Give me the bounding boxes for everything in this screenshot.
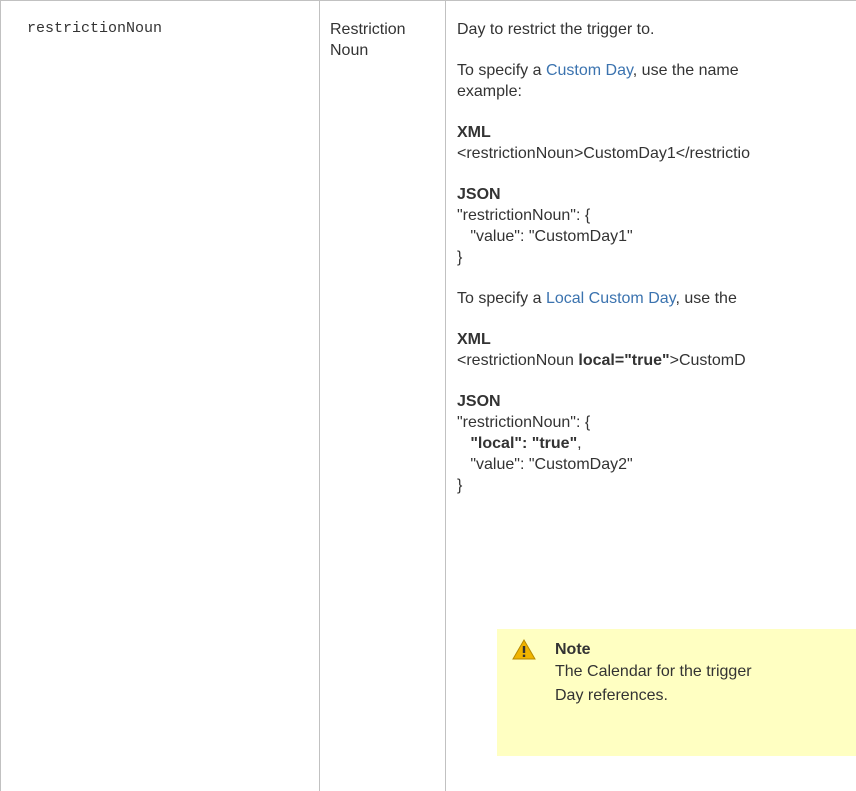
note-title: Note	[555, 641, 591, 658]
custom-day-paragraph: To specify a Custom Day, use the name ex…	[457, 62, 739, 100]
json-example-1: JSON "restrictionNoun": { "value": "Cust…	[457, 186, 633, 266]
parameter-name: restrictionNoun	[27, 20, 163, 37]
column-border-left	[0, 0, 1, 791]
parameter-description: Day to restrict the trigger to. To speci…	[457, 19, 856, 496]
description-intro: Day to restrict the trigger to.	[457, 21, 655, 38]
json-label: JSON	[457, 393, 501, 410]
xml-label: XML	[457, 124, 491, 141]
parameter-table: restrictionNoun Restriction Noun Day to …	[0, 0, 856, 791]
column-border-1	[319, 0, 320, 791]
table-top-border	[0, 0, 856, 1]
ui-field-name: Restriction Noun	[330, 21, 406, 59]
note-panel: Note The Calendar for the trigger Day re…	[497, 629, 856, 756]
xml-example-2: XML <restrictionNoun local="true">Custom…	[457, 331, 746, 369]
xml-example-1: XML <restrictionNoun>CustomDay1</restric…	[457, 122, 856, 164]
warning-icon	[512, 639, 536, 660]
json-label: JSON	[457, 186, 501, 203]
local-custom-day-paragraph: To specify a Local Custom Day, use the	[457, 290, 737, 307]
custom-day-link[interactable]: Custom Day	[546, 62, 633, 79]
json-example-2: JSON "restrictionNoun": { "local": "true…	[457, 393, 633, 494]
xml-label: XML	[457, 331, 491, 348]
note-body: The Calendar for the trigger Day referen…	[555, 663, 752, 704]
column-border-2	[445, 0, 446, 791]
local-custom-day-link[interactable]: Local Custom Day	[546, 290, 676, 307]
xml-code: <restrictionNoun>CustomDay1</restrictio	[457, 145, 751, 162]
